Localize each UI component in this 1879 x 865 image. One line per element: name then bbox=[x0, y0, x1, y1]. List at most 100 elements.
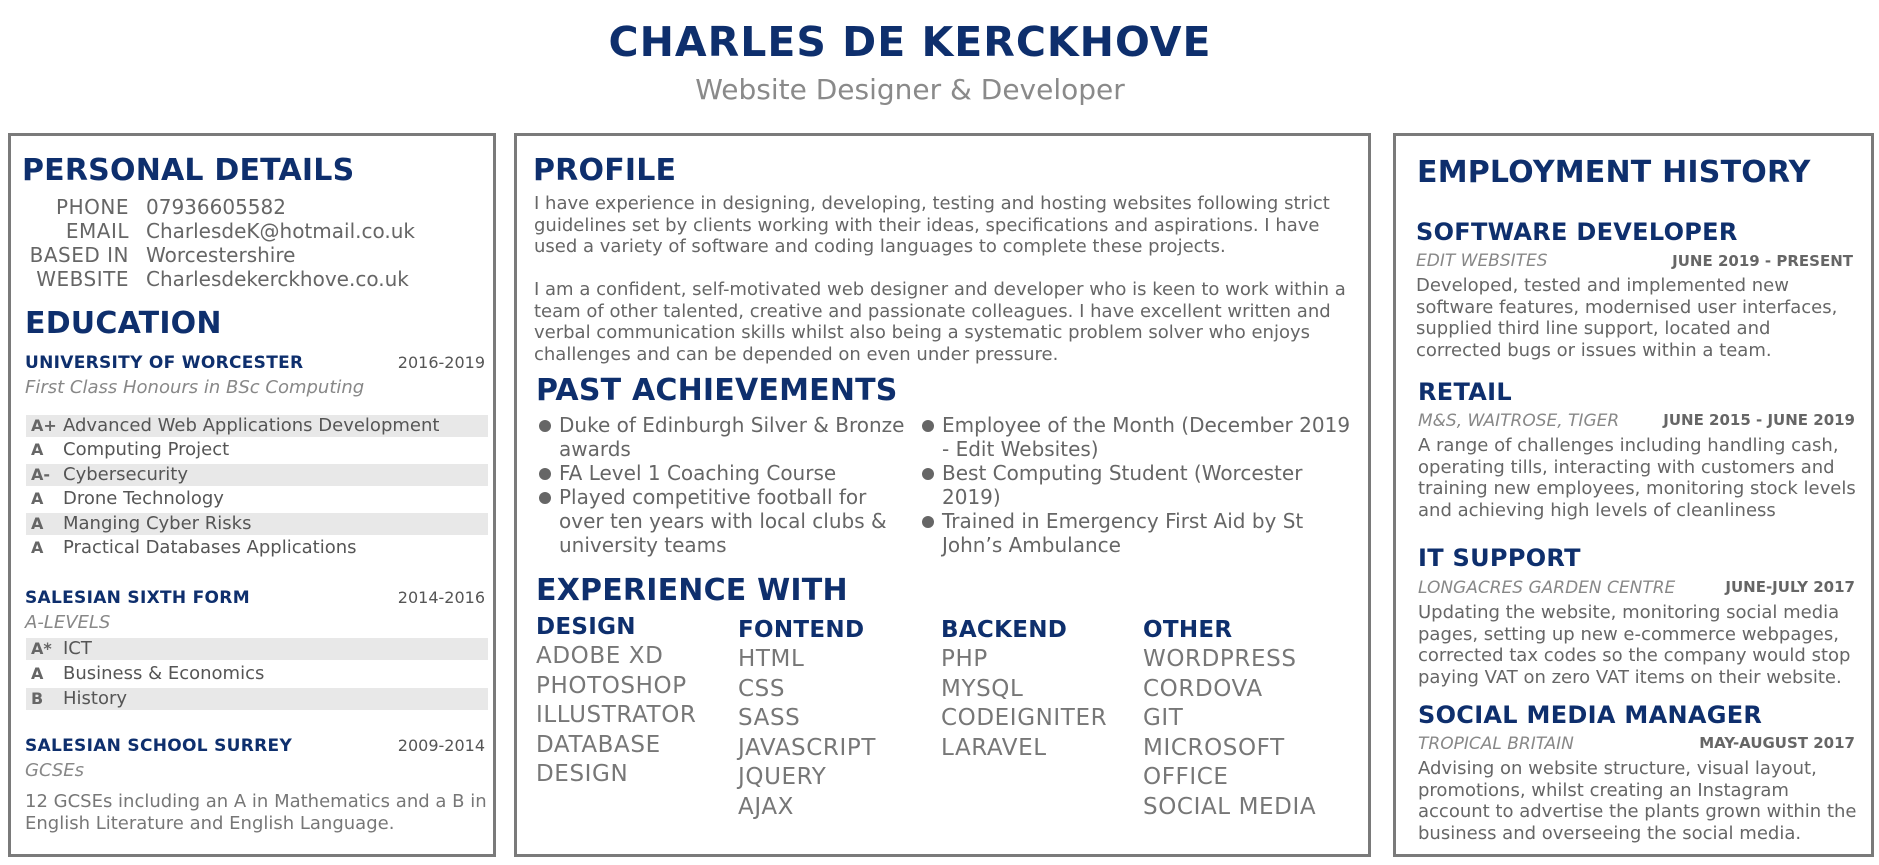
skills-column-title: FONTEND bbox=[738, 617, 865, 643]
module-grade: A bbox=[31, 538, 44, 557]
module-name: Business & Economics bbox=[63, 663, 265, 684]
module-row: A+ Advanced Web Applications Development bbox=[26, 415, 488, 437]
module-name: Computing Project bbox=[63, 439, 230, 460]
module-grade: A bbox=[31, 664, 44, 683]
candidate-name: CHARLES DE KERCKHOVE bbox=[608, 18, 1212, 66]
module-name: History bbox=[63, 688, 128, 709]
achievement-item: Played competitive football for over ten… bbox=[539, 485, 909, 557]
edu-dates: 2016-2019 bbox=[397, 353, 485, 372]
edu-qualification: First Class Honours in BSc Computing bbox=[25, 377, 365, 398]
job-company: M&S, WAITROSE, TIGER bbox=[1418, 411, 1620, 431]
module-row: A* ICT bbox=[26, 638, 488, 660]
detail-label: BASED IN bbox=[29, 243, 129, 267]
right-panel: EMPLOYMENT HISTORY SOFTWARE DEVELOPER ED… bbox=[1393, 133, 1874, 857]
skill-item: AJAX bbox=[738, 793, 795, 820]
personal-details-heading: PERSONAL DETAILS bbox=[22, 153, 355, 188]
candidate-role: Website Designer & Developer bbox=[695, 73, 1125, 106]
edu-institution: SALESIAN SCHOOL SURREY bbox=[25, 736, 293, 756]
location-value: Worcestershire bbox=[146, 243, 296, 267]
skill-item: MICROSOFT bbox=[1143, 734, 1285, 761]
phone-value: 07936605582 bbox=[146, 195, 286, 219]
skills-column-frontend: FONTEND HTML CSS SASS JAVASCRIPT JQUERY … bbox=[738, 615, 938, 822]
gcse-summary: 12 GCSEs including an A in Mathematics a… bbox=[25, 791, 487, 834]
skill-item: CODEIGNITER bbox=[941, 705, 1108, 731]
achievements-list-left: Duke of Edinburgh Silver & Bronze awards… bbox=[539, 413, 909, 557]
employment-heading: EMPLOYMENT HISTORY bbox=[1417, 155, 1811, 190]
skill-item: MYSQL bbox=[941, 675, 1024, 702]
job-title: SOFTWARE DEVELOPER bbox=[1416, 218, 1738, 246]
resume-header: CHARLES DE KERCKHOVE Website Designer & … bbox=[0, 16, 1820, 110]
achievements-list-right: Employee of the Month (December 2019 - E… bbox=[922, 413, 1362, 557]
skill-item: ADOBE XD bbox=[536, 643, 664, 669]
module-grade: A* bbox=[31, 639, 52, 658]
skill-item: JQUERY bbox=[738, 764, 827, 790]
job-company: LONGACRES GARDEN CENTRE bbox=[1418, 578, 1676, 598]
profile-paragraph-1: I have experience in designing, developi… bbox=[534, 193, 1330, 257]
middle-panel: PROFILE I have experience in designing, … bbox=[514, 133, 1371, 857]
module-row: A Manging Cyber Risks bbox=[26, 513, 488, 535]
profile-heading: PROFILE bbox=[533, 153, 677, 188]
module-grade: A bbox=[31, 514, 44, 533]
left-panel: PERSONAL DETAILS PHONE 07936605582 EMAIL… bbox=[8, 133, 496, 857]
achievements-heading: PAST ACHIEVEMENTS bbox=[536, 373, 898, 408]
skills-column-design: DESIGN ADOBE XD PHOTOSHOP ILLUSTRATOR DA… bbox=[536, 612, 736, 790]
job-description: A range of challenges including handling… bbox=[1418, 435, 1856, 521]
job-dates: JUNE-JULY 2017 bbox=[1725, 578, 1855, 596]
module-name: ICT bbox=[63, 638, 92, 659]
job-description: Developed, tested and implemented new so… bbox=[1416, 275, 1838, 361]
module-grade: B bbox=[31, 689, 44, 708]
skills-column-title: OTHER bbox=[1143, 617, 1233, 643]
module-row: A Practical Databases Applications bbox=[26, 537, 488, 559]
skills-column-backend: BACKEND PHP MYSQL CODEIGNITER LARAVEL bbox=[941, 615, 1141, 763]
skill-item: HTML bbox=[738, 646, 805, 672]
skill-item: ILLUSTRATOR bbox=[536, 702, 697, 728]
skills-column-title: BACKEND bbox=[941, 617, 1068, 643]
skill-item: PHP bbox=[941, 646, 988, 672]
edu-institution: UNIVERSITY OF WORCESTER bbox=[25, 353, 304, 373]
job-dates: JUNE 2015 - JUNE 2019 bbox=[1663, 411, 1855, 429]
skill-item: CSS bbox=[738, 675, 786, 702]
website-value: Charlesdekerckhove.co.uk bbox=[146, 267, 409, 291]
module-row: A- Cybersecurity bbox=[26, 464, 488, 486]
module-grade: A+ bbox=[31, 416, 57, 435]
skill-item: LARAVEL bbox=[941, 734, 1047, 761]
skill-item: SOCIAL MEDIA bbox=[1143, 793, 1317, 820]
module-grade: A bbox=[31, 489, 44, 508]
edu-qualification: GCSEs bbox=[25, 760, 85, 781]
module-name: Cybersecurity bbox=[63, 464, 188, 485]
achievement-item: Duke of Edinburgh Silver & Bronze awards bbox=[539, 413, 909, 461]
skill-item: OFFICE bbox=[1143, 764, 1229, 790]
skill-item: SASS bbox=[738, 705, 801, 731]
achievement-item: Employee of the Month (December 2019 - E… bbox=[922, 413, 1362, 461]
skill-item: JAVASCRIPT bbox=[738, 734, 876, 761]
profile-paragraph-2: I am a confident, self-motivated web des… bbox=[534, 279, 1346, 365]
detail-label: EMAIL bbox=[65, 219, 129, 243]
module-row: A Computing Project bbox=[26, 439, 488, 461]
skill-item: GIT bbox=[1143, 705, 1184, 731]
skill-item: DATABASE bbox=[536, 731, 661, 758]
module-row: A Drone Technology bbox=[26, 488, 488, 510]
achievement-item: Trained in Emergency First Aid by St Joh… bbox=[922, 509, 1362, 557]
education-heading: EDUCATION bbox=[25, 306, 222, 341]
experience-heading: EXPERIENCE WITH bbox=[536, 573, 848, 608]
email-value: CharlesdeK@hotmail.co.uk bbox=[146, 219, 415, 243]
module-name: Practical Databases Applications bbox=[63, 537, 357, 558]
job-title: SOCIAL MEDIA MANAGER bbox=[1418, 701, 1763, 729]
skill-item: DESIGN bbox=[536, 761, 629, 787]
achievement-item: Best Computing Student (Worcester 2019) bbox=[922, 461, 1362, 509]
skill-item: PHOTOSHOP bbox=[536, 672, 687, 699]
job-company: EDIT WEBSITES bbox=[1416, 251, 1548, 271]
job-dates: MAY-AUGUST 2017 bbox=[1699, 734, 1855, 752]
edu-institution: SALESIAN SIXTH FORM bbox=[25, 588, 250, 608]
detail-label: WEBSITE bbox=[36, 267, 129, 291]
module-row: A Business & Economics bbox=[26, 663, 488, 685]
skills-column-title: DESIGN bbox=[536, 614, 636, 640]
skills-column-other: OTHER WORDPRESS CORDOVA GIT MICROSOFT OF… bbox=[1143, 615, 1343, 822]
skill-item: WORDPRESS bbox=[1143, 646, 1297, 672]
module-name: Drone Technology bbox=[63, 488, 224, 509]
module-row: B History bbox=[26, 688, 488, 710]
job-description: Updating the website, monitoring social … bbox=[1418, 602, 1851, 688]
job-title: IT SUPPORT bbox=[1418, 544, 1581, 572]
job-dates: JUNE 2019 - PRESENT bbox=[1672, 252, 1853, 270]
edu-qualification: A-LEVELS bbox=[25, 612, 111, 633]
